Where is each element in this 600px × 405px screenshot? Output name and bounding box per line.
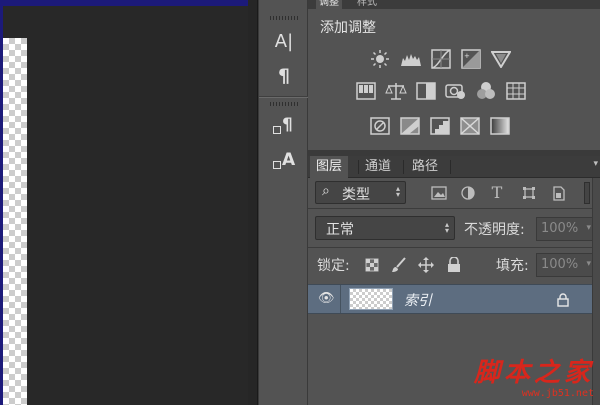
paragraph-styles-button[interactable]: ¶ [272, 115, 296, 139]
svg-text:+: + [464, 52, 470, 60]
tab-divider [450, 160, 451, 174]
watermark-text: 脚本之家 [473, 358, 594, 388]
type-layer-filter-icon[interactable]: T [488, 183, 506, 202]
blend-mode-select[interactable]: 正常 ▴ ▾ [315, 216, 455, 240]
dropdown-arrow-icon: ▾ [586, 259, 591, 269]
fill-label: 填充: [496, 258, 529, 274]
lock-image-pixels-icon[interactable] [391, 257, 407, 273]
dock-grip[interactable] [270, 16, 298, 20]
curves-icon[interactable] [430, 48, 452, 70]
lock-label: 锁定: [317, 258, 350, 274]
layer-name[interactable]: 索引 [404, 290, 432, 310]
spinner-icon: ▴ ▾ [444, 220, 449, 235]
row-divider [308, 208, 600, 209]
adjustments-title: 添加调整 [320, 20, 376, 36]
adjustments-tab-bar: 调整 样式 [308, 0, 600, 9]
character-icon: A| [274, 30, 294, 52]
brightness-contrast-icon[interactable] [369, 48, 391, 70]
panel-menu-icon[interactable]: ▾ [593, 159, 598, 169]
photo-filter-icon[interactable] [445, 80, 467, 102]
fill-input[interactable]: 100% ▾ [536, 253, 594, 277]
levels-icon[interactable] [400, 48, 422, 70]
vibrance-icon[interactable] [490, 48, 512, 70]
tab-adjustments[interactable]: 调整 [316, 0, 342, 9]
gradient-map-icon[interactable] [489, 115, 511, 137]
layer-lock-icon [557, 292, 569, 311]
lock-all-icon[interactable] [446, 257, 462, 273]
search-icon: ⌕ [322, 183, 330, 199]
dropdown-arrow-icon: ▾ [586, 223, 591, 233]
dock-grip[interactable] [270, 102, 298, 106]
window-frame-top [0, 0, 258, 6]
tab-layers[interactable]: 图层 [310, 156, 349, 178]
filter-toggle[interactable] [584, 182, 590, 204]
black-white-icon[interactable] [415, 80, 437, 102]
opacity-value: 100% [541, 221, 579, 236]
pixel-layer-filter-icon[interactable] [430, 184, 448, 202]
threshold-icon[interactable] [429, 115, 451, 137]
invert-icon[interactable] [369, 115, 391, 137]
filter-kind-select[interactable]: ⌕ 类型 ▴ ▾ [315, 181, 406, 204]
paragraph-panel-button[interactable]: ¶ [272, 64, 296, 88]
channel-mixer-icon[interactable] [475, 80, 497, 102]
posterize-icon[interactable] [399, 115, 421, 137]
row-divider [340, 285, 341, 313]
tab-divider [403, 160, 404, 174]
adjustment-layer-filter-icon[interactable] [459, 184, 477, 202]
layers-tab-bar: 图层 通道 路径 ▾ [308, 156, 600, 178]
blend-mode-value: 正常 [326, 222, 354, 238]
character-styles-button[interactable]: A [272, 150, 296, 174]
color-balance-icon[interactable] [385, 80, 407, 102]
spinner-icon: ▴ ▾ [395, 184, 400, 199]
tab-channels[interactable]: 通道 [359, 156, 397, 178]
hue-saturation-icon[interactable] [355, 80, 377, 102]
watermark: 脚本之家 www.jb51.net [458, 352, 598, 402]
fill-value: 100% [541, 257, 579, 272]
exposure-icon[interactable]: + [460, 48, 482, 70]
opacity-input[interactable]: 100% ▾ [536, 217, 594, 241]
visibility-eye-icon[interactable]: 👁 [318, 291, 335, 306]
opacity-label: 不透明度: [464, 222, 525, 238]
dock-divider [259, 96, 309, 98]
paragraph-styles-icon: ¶ [272, 115, 296, 139]
watermark-url: www.jb51.net [521, 388, 594, 399]
color-lookup-icon[interactable] [505, 80, 527, 102]
shape-layer-filter-icon[interactable] [520, 184, 538, 202]
tab-styles[interactable]: 样式 [354, 0, 380, 9]
layer-row[interactable]: 👁 索引 [308, 284, 592, 314]
transparent-document[interactable] [3, 38, 27, 405]
tab-paths[interactable]: 路径 [406, 156, 444, 178]
lock-transparent-pixels-icon[interactable] [364, 257, 380, 273]
paragraph-icon: ¶ [277, 65, 291, 87]
character-panel-button[interactable]: A| [272, 29, 296, 53]
character-styles-icon: A [272, 150, 296, 174]
panel-dock-strip: A| ¶ ¶ A [258, 0, 309, 405]
filter-kind-label: 类型 [342, 187, 370, 203]
selective-color-icon[interactable] [459, 115, 481, 137]
canvas-scroll-edge [248, 0, 258, 405]
canvas-area[interactable] [0, 0, 258, 405]
smart-object-filter-icon[interactable] [550, 184, 568, 202]
layer-thumbnail[interactable] [349, 288, 393, 310]
lock-position-icon[interactable] [418, 257, 434, 273]
row-divider [308, 247, 600, 248]
